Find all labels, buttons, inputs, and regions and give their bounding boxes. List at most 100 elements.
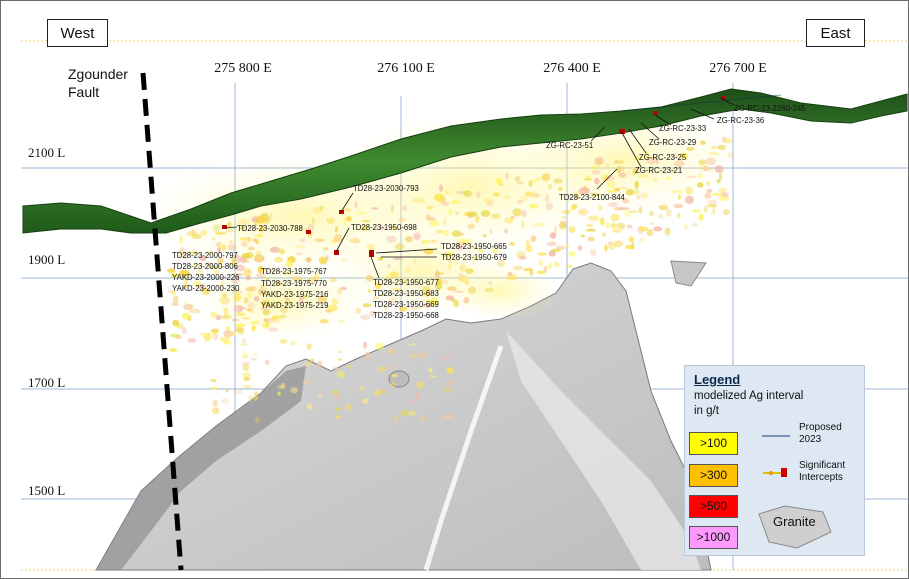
mineral-blob — [341, 259, 347, 262]
mineral-blob — [475, 215, 480, 223]
mineral-blob — [613, 206, 624, 211]
mineral-blob — [612, 228, 622, 233]
mineral-blob — [305, 362, 311, 367]
mineral-blob — [331, 298, 339, 306]
mineral-blob — [483, 197, 494, 203]
mineral-blob — [488, 280, 492, 286]
mineral-blob — [523, 268, 534, 272]
mineral-blob — [392, 415, 399, 423]
mineral-blob — [665, 208, 672, 217]
mineral-blob — [468, 286, 477, 294]
mineral-blob — [720, 192, 730, 197]
mineral-blob — [210, 378, 217, 383]
mineral-blob — [217, 241, 222, 249]
mineral-blob — [639, 226, 649, 232]
mineral-blob — [227, 244, 237, 251]
legend-panel: Legend modelized Ag interval in g/t >100… — [684, 365, 865, 556]
mineral-blob — [179, 236, 183, 244]
mineral-blob — [234, 388, 243, 395]
mineral-blob — [547, 262, 553, 270]
drill-label: TD28-23-2000-806 — [172, 262, 238, 271]
mineral-blob — [187, 337, 197, 344]
mineral-blob — [274, 256, 283, 263]
mineral-blob — [453, 290, 464, 293]
mineral-blob — [251, 357, 257, 361]
mineral-blob — [241, 252, 251, 259]
mineral-blob — [638, 206, 643, 214]
mineral-blob — [585, 224, 594, 227]
mineral-blob — [698, 159, 707, 165]
mineral-blob — [279, 338, 288, 344]
mineral-blob — [638, 237, 645, 243]
mineral-blob — [703, 206, 708, 213]
mineral-blob — [591, 170, 601, 175]
mineral-blob — [408, 343, 418, 347]
mineral-blob — [630, 157, 636, 161]
drill-label: YAKD-23-2000-226 — [172, 273, 239, 282]
mineral-blob — [241, 317, 250, 320]
mineral-blob — [704, 192, 712, 200]
mineral-blob — [325, 255, 329, 261]
mineral-blob — [435, 272, 445, 275]
mineral-blob — [428, 367, 433, 373]
mineral-blob — [482, 234, 487, 238]
mineral-blob — [545, 202, 554, 211]
mineral-blob — [216, 232, 227, 235]
drill-label: ZG-RC-23-51 — [546, 141, 593, 150]
mineral-blob — [229, 239, 234, 244]
mineral-blob — [339, 286, 348, 291]
mineral-blob — [212, 399, 219, 407]
mineral-blob — [602, 232, 607, 238]
level-label: 1500 L — [28, 483, 65, 498]
mineral-blob — [412, 197, 423, 204]
intercept-dot-icon — [769, 471, 773, 475]
mineral-blob — [302, 380, 309, 385]
mineral-blob — [405, 235, 413, 243]
mineral-blob — [446, 380, 453, 387]
mineral-blob — [398, 217, 407, 222]
mineral-blob — [181, 327, 187, 334]
mineral-blob — [718, 172, 723, 181]
mineral-blob — [241, 353, 249, 359]
mineral-blob — [546, 241, 557, 247]
mineral-blob — [416, 381, 425, 389]
east-label: East — [806, 19, 865, 47]
mineral-blob — [203, 332, 212, 342]
mineral-blob — [551, 248, 561, 253]
mineral-blob — [371, 207, 379, 210]
mineral-blob — [367, 289, 372, 293]
drill-label: TD28-23-2000-797 — [172, 251, 238, 260]
mineral-blob — [442, 218, 447, 225]
legend-proposed-line1: Proposed — [799, 422, 842, 433]
mineral-blob — [277, 314, 287, 319]
mineral-blob — [421, 239, 431, 244]
mineral-blob — [712, 205, 716, 214]
mineral-blob — [247, 291, 253, 299]
mineral-blob — [706, 199, 718, 205]
mineral-blob — [263, 318, 268, 322]
legend-significant-line1: Significant — [799, 460, 846, 471]
mineral-blob — [229, 331, 237, 337]
mineral-blob — [243, 384, 252, 389]
mineral-blob — [594, 157, 604, 165]
mineral-blob — [253, 234, 260, 238]
mineral-blob — [608, 201, 619, 208]
mineral-blob — [290, 340, 296, 346]
mineral-blob — [221, 314, 232, 320]
mineral-blob — [606, 162, 610, 167]
mineral-blob — [248, 395, 253, 403]
mineral-blob — [404, 267, 412, 273]
mineral-blob — [508, 241, 516, 246]
mineral-blob — [618, 172, 627, 178]
legend-significant-label: Significant Intercepts — [799, 460, 845, 484]
mineral-blob — [709, 168, 714, 172]
mineral-blob — [419, 417, 427, 421]
mineral-blob — [587, 236, 595, 242]
mineral-blob — [309, 358, 315, 362]
mineral-blob — [568, 225, 576, 234]
legend-proposed-label: Proposed 2023 — [799, 422, 842, 446]
mineral-blob — [245, 275, 251, 281]
mineral-blob — [521, 220, 525, 229]
mineral-blob — [626, 169, 630, 177]
mineral-blob — [375, 342, 385, 350]
